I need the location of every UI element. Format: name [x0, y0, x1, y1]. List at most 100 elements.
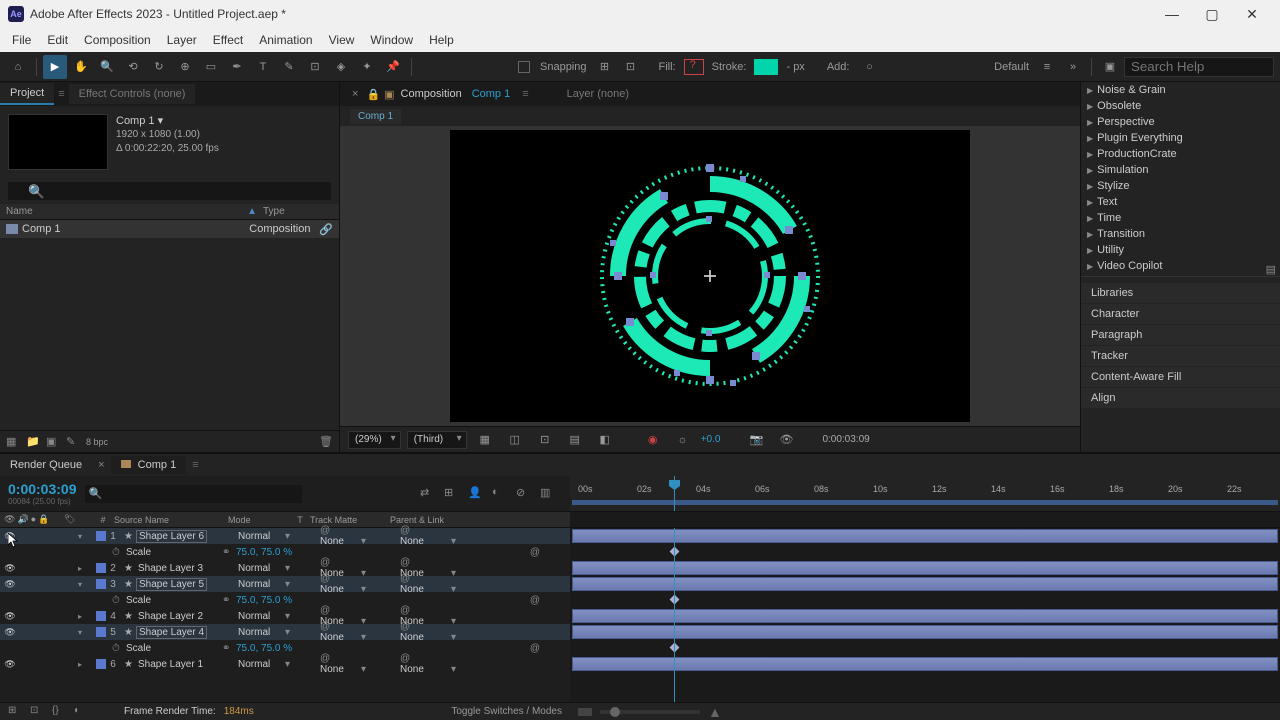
layer-color[interactable]: [96, 563, 106, 573]
help-search-input[interactable]: [1124, 57, 1274, 77]
menu-animation[interactable]: Animation: [251, 30, 320, 50]
anchor-tool[interactable]: ⊕: [173, 55, 197, 79]
property-value[interactable]: 75.0, 75.0 %: [236, 643, 292, 654]
clone-tool[interactable]: ⊡: [303, 55, 327, 79]
toggle-switches[interactable]: Toggle Switches / Modes: [451, 706, 562, 717]
effect-category[interactable]: ▶Utility: [1081, 242, 1280, 258]
zoom-in-icon[interactable]: ▲: [708, 704, 722, 720]
menu-layer[interactable]: Layer: [159, 30, 205, 50]
roto-tool[interactable]: ✦: [355, 55, 379, 79]
transparency-icon[interactable]: ▦: [473, 428, 497, 452]
panel-paragraph[interactable]: Paragraph: [1081, 325, 1280, 345]
col-source-name[interactable]: Source Name: [110, 515, 228, 525]
effect-category[interactable]: ▶Plugin Everything: [1081, 130, 1280, 146]
panel-toggle-icon[interactable]: ▣: [1098, 55, 1122, 79]
lock-icon[interactable]: 🔒: [364, 88, 382, 101]
track-bar[interactable]: [570, 624, 1280, 640]
timeline-search[interactable]: [85, 485, 302, 503]
minimize-button[interactable]: —: [1152, 0, 1192, 28]
twirl-icon[interactable]: ▸: [78, 660, 82, 669]
comp-tab-close[interactable]: ×: [348, 88, 362, 100]
overflow-icon[interactable]: »: [1061, 55, 1085, 79]
new-comp-icon[interactable]: ▣: [46, 435, 60, 449]
menu-view[interactable]: View: [321, 30, 363, 50]
workspace-menu-icon[interactable]: ≡: [1035, 55, 1059, 79]
zoom-dropdown[interactable]: (29%): [348, 431, 401, 449]
property-value[interactable]: 75.0, 75.0 %: [236, 547, 292, 558]
layer-name[interactable]: ★Shape Layer 6: [120, 531, 238, 542]
blend-mode-dropdown[interactable]: Normal▾: [238, 611, 294, 622]
channel-icon[interactable]: ◧: [593, 428, 617, 452]
track-matte-dropdown[interactable]: None▾: [320, 584, 370, 595]
link-icon[interactable]: ⚭: [222, 547, 236, 558]
tl-toggle3-icon[interactable]: {}: [52, 705, 66, 719]
menu-file[interactable]: File: [4, 30, 39, 50]
effect-category[interactable]: ▶Transition: [1081, 226, 1280, 242]
layer-color[interactable]: [96, 659, 106, 669]
effect-category[interactable]: ▶ProductionCrate: [1081, 146, 1280, 162]
effect-category[interactable]: ▶Perspective: [1081, 114, 1280, 130]
matte-pickwhip-icon[interactable]: @: [320, 573, 330, 584]
draft3d-icon[interactable]: ⊞: [444, 486, 460, 502]
snap-opt-icon[interactable]: ⊞: [593, 55, 617, 79]
tl-toggle2-icon[interactable]: ⊡: [30, 705, 44, 719]
stopwatch-icon[interactable]: ⏱: [112, 643, 124, 654]
eraser-tool[interactable]: ◈: [329, 55, 353, 79]
stroke-swatch[interactable]: [754, 59, 778, 75]
parent-pickwhip-icon[interactable]: @: [400, 605, 410, 616]
rotation-tool[interactable]: ↻: [147, 55, 171, 79]
layer-name[interactable]: ★Shape Layer 1: [120, 659, 238, 670]
bpc-label[interactable]: 8 bpc: [86, 437, 108, 447]
project-item[interactable]: Comp 1 Composition 🔗: [0, 220, 339, 238]
exposure-value[interactable]: +0.0: [701, 434, 721, 445]
solo-col-icon[interactable]: ●: [31, 514, 36, 525]
project-search[interactable]: [8, 182, 331, 200]
breadcrumb[interactable]: Comp 1: [350, 109, 401, 124]
twirl-icon[interactable]: ▾: [78, 628, 82, 637]
blend-mode-dropdown[interactable]: Normal▾: [238, 627, 294, 638]
puppet-tool[interactable]: 📌: [381, 55, 405, 79]
track-bar[interactable]: [570, 576, 1280, 592]
menu-help[interactable]: Help: [421, 30, 462, 50]
twirl-icon[interactable]: ▾: [78, 580, 82, 589]
col-name-header[interactable]: Name: [6, 206, 247, 217]
close-button[interactable]: ✕: [1232, 0, 1272, 28]
video-col-icon[interactable]: 👁: [4, 514, 15, 525]
shy-icon[interactable]: 👤: [468, 486, 484, 502]
zoom-tool[interactable]: 🔍: [95, 55, 119, 79]
resolution-dropdown[interactable]: (Third): [407, 431, 467, 449]
pen-tool[interactable]: ✒: [225, 55, 249, 79]
adjust-icon[interactable]: ✎: [66, 435, 80, 449]
comp-flowchart-icon[interactable]: ⇄: [420, 486, 436, 502]
blend-mode-dropdown[interactable]: Normal▾: [238, 579, 294, 590]
layer-name[interactable]: ★Shape Layer 4: [120, 627, 238, 638]
guides-icon[interactable]: ▤: [563, 428, 587, 452]
audio-col-icon[interactable]: 🔊: [17, 514, 28, 525]
home-tool[interactable]: ⌂: [6, 55, 30, 79]
parent-dropdown[interactable]: None▾: [400, 632, 460, 643]
render-queue-tab[interactable]: Render Queue: [0, 456, 92, 474]
motion-blur-icon[interactable]: ⊘: [516, 486, 532, 502]
panel-libraries[interactable]: Libraries: [1081, 283, 1280, 303]
parent-dropdown[interactable]: None▾: [400, 584, 460, 595]
layer-name[interactable]: ★Shape Layer 2: [120, 611, 238, 622]
layer-row[interactable]: 👁▾1★Shape Layer 6Normal▾@None▾@None▾: [0, 528, 570, 544]
timeline-ruler[interactable]: 00s02s04s06s08s10s12s14s16s18s20s22s: [570, 476, 1280, 512]
layer-color[interactable]: [96, 579, 106, 589]
work-area[interactable]: [572, 500, 1278, 505]
region-icon[interactable]: ⊡: [533, 428, 557, 452]
lock-col-icon[interactable]: 🔒: [38, 514, 49, 525]
visibility-toggle[interactable]: 👁: [4, 578, 16, 590]
track-bar[interactable]: [570, 608, 1280, 624]
add-button[interactable]: ○: [857, 55, 881, 79]
blend-mode-dropdown[interactable]: Normal▾: [238, 563, 294, 574]
comp-timecode[interactable]: 0:00:03:09: [822, 434, 869, 445]
comp-thumbnail[interactable]: [8, 114, 108, 170]
maximize-button[interactable]: ▢: [1192, 0, 1232, 28]
brush-tool[interactable]: ✎: [277, 55, 301, 79]
effect-controls-tab[interactable]: Effect Controls (none): [69, 84, 196, 104]
zoom-slider[interactable]: [600, 710, 700, 714]
link-icon[interactable]: ⚭: [222, 595, 236, 606]
snapshot-icon[interactable]: 📷: [744, 428, 768, 452]
layer-tab[interactable]: Layer (none): [567, 88, 629, 100]
